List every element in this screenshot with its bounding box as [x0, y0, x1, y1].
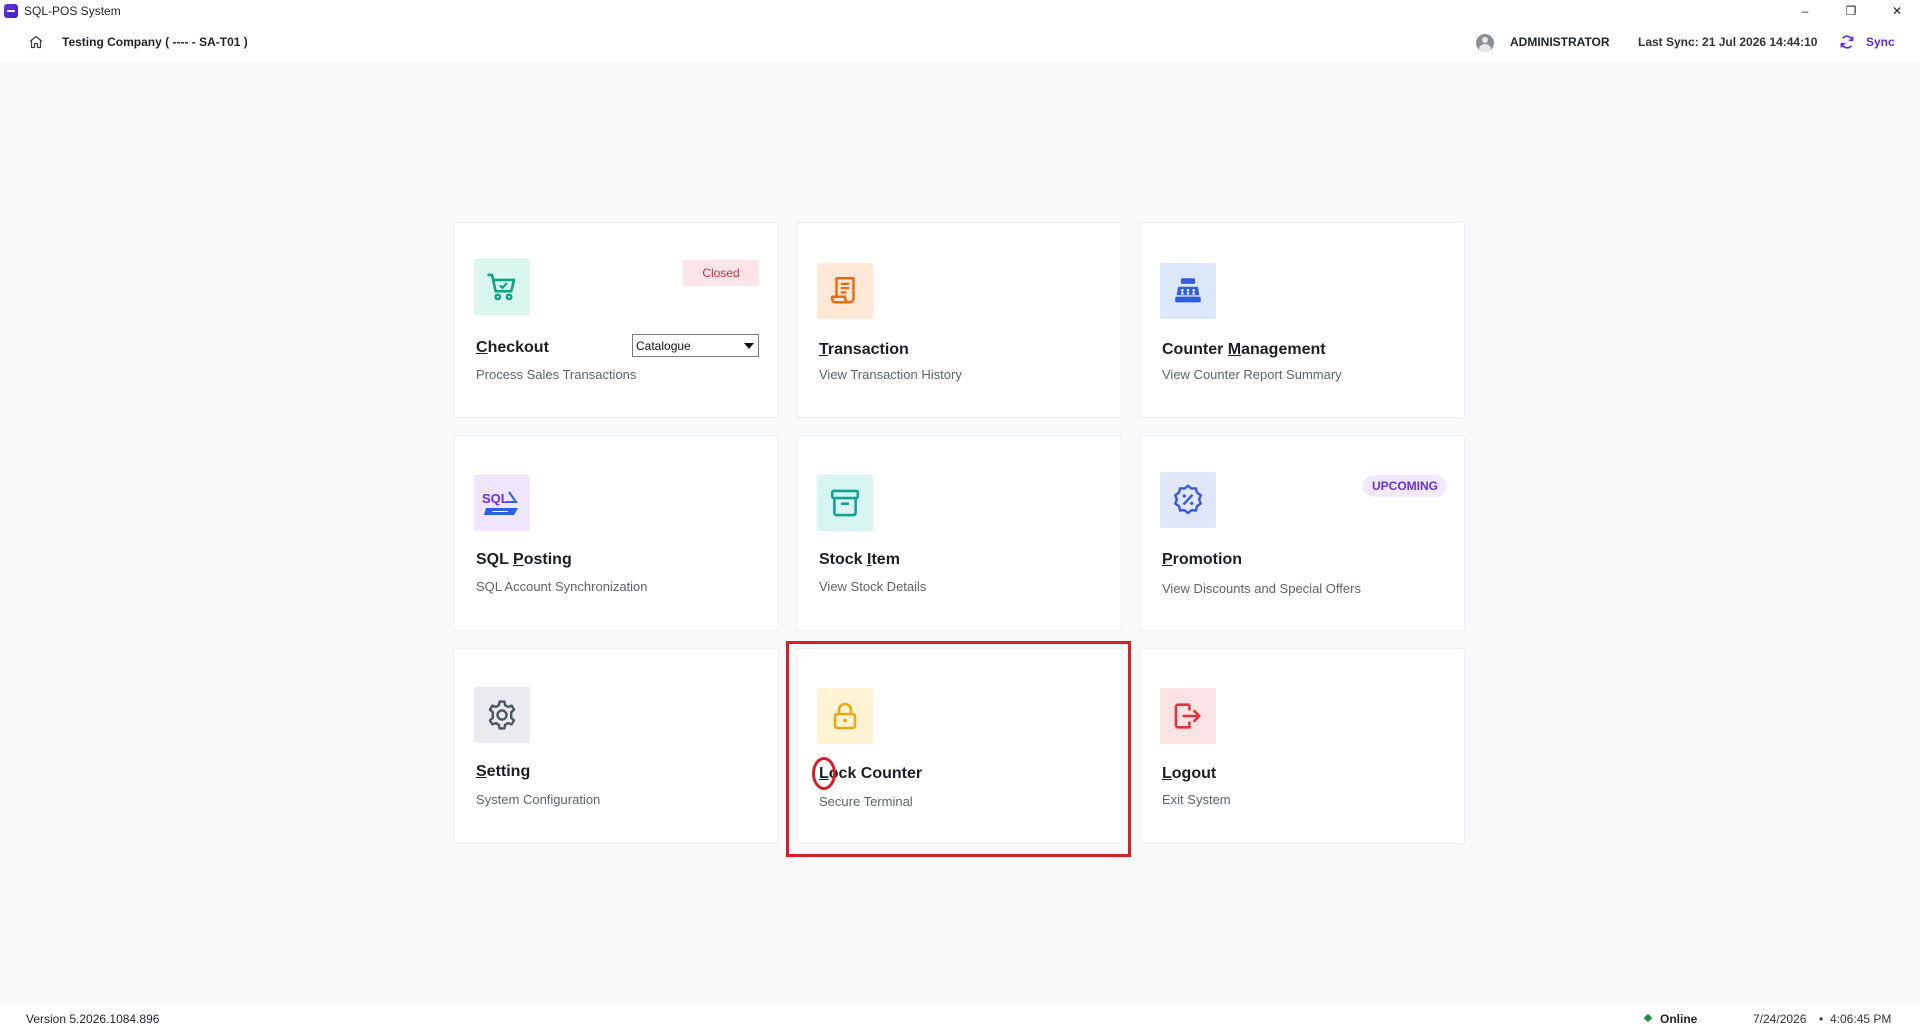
discount-badge-icon: [1160, 472, 1216, 528]
tile-subtitle: Exit System: [1162, 792, 1231, 807]
tile-title: Checkout: [476, 339, 549, 356]
tile-title: Promotion: [1162, 551, 1242, 568]
tile-subtitle: View Stock Details: [819, 579, 927, 594]
chevron-down-icon: [744, 343, 754, 349]
restore-button[interactable]: ❐: [1828, 0, 1874, 22]
window-title: SQL-POS System: [24, 4, 121, 18]
tile-stock-item[interactable]: Stock Item View Stock Details: [796, 435, 1122, 631]
close-button[interactable]: ✕: [1874, 0, 1920, 22]
status-badge: Closed: [683, 260, 759, 286]
tile-subtitle: SQL Account Synchronization: [476, 579, 648, 594]
tile-subtitle: View Discounts and Special Offers: [1162, 581, 1361, 596]
sql-logo-text: SQL: [482, 491, 509, 506]
last-sync-time: Last Sync: 21 Jul 2026 14:44:10: [1638, 35, 1818, 49]
tile-title: Transaction: [819, 341, 909, 358]
archive-box-icon: [817, 475, 873, 531]
logout-icon: [1160, 688, 1216, 744]
status-bar: Version 5.2026.1084.896 Online 7/24/2026…: [0, 1004, 1920, 1032]
tile-setting[interactable]: Setting System Configuration: [453, 648, 779, 844]
tile-subtitle: View Transaction History: [819, 367, 962, 382]
current-date: 7/24/2026: [1753, 1012, 1807, 1026]
lock-icon: [817, 688, 873, 744]
sync-button[interactable]: Sync: [1866, 35, 1895, 49]
tile-lock-counter[interactable]: Lock Counter Secure Terminal: [796, 648, 1122, 844]
tile-title: Logout: [1162, 765, 1217, 782]
status-badge: UPCOMING: [1363, 475, 1447, 497]
version-label: Version 5.2026.1084.896: [26, 1012, 160, 1026]
tile-subtitle: View Counter Report Summary: [1162, 367, 1342, 382]
tile-title: Stock Item: [819, 551, 900, 568]
app-logo-icon: [4, 4, 18, 18]
tile-subtitle: Secure Terminal: [819, 794, 913, 809]
window-titlebar: SQL-POS System – ❐ ✕: [0, 0, 1920, 22]
tile-promotion[interactable]: UPCOMING Promotion View Discounts and Sp…: [1139, 435, 1465, 631]
shopping-cart-icon: [474, 259, 530, 315]
minimize-button[interactable]: –: [1782, 0, 1828, 22]
connection-status: Online: [1660, 1012, 1698, 1026]
home-icon[interactable]: [28, 34, 44, 50]
tile-subtitle: Process Sales Transactions: [476, 367, 637, 382]
tile-logout[interactable]: Logout Exit System: [1139, 648, 1465, 844]
tile-title: Lock Counter: [819, 765, 923, 782]
sql-account-logo-icon: SQL: [474, 475, 530, 531]
current-time: 4:06:45 PM: [1830, 1012, 1892, 1026]
date-time-separator: •: [1819, 1012, 1824, 1026]
online-status-icon: [1643, 1013, 1653, 1023]
tile-title: SQL Posting: [476, 551, 572, 568]
user-avatar-icon: [1476, 34, 1494, 52]
company-name: Testing Company ( ---- - SA-T01 ): [62, 35, 248, 49]
tile-title: Setting: [476, 763, 531, 780]
checkout-mode-select[interactable]: Catalogue: [632, 334, 759, 357]
tile-transaction[interactable]: Transaction View Transaction History: [796, 222, 1122, 418]
app-header: Testing Company ( ---- - SA-T01 ) ADMINI…: [0, 22, 1920, 62]
tile-title: Counter Management: [1162, 341, 1326, 358]
receipt-icon: [817, 263, 873, 319]
user-name: ADMINISTRATOR: [1510, 35, 1610, 49]
sync-icon[interactable]: [1839, 34, 1855, 50]
tile-subtitle: System Configuration: [476, 792, 601, 807]
window-controls: – ❐ ✕: [1782, 0, 1920, 22]
tile-checkout[interactable]: Closed Checkout Catalogue Process Sales …: [453, 222, 779, 418]
gear-icon: [474, 687, 530, 743]
checkout-mode-value: Catalogue: [636, 338, 691, 353]
cash-register-icon: [1160, 263, 1216, 319]
tile-sql-posting[interactable]: SQL SQL Posting SQL Account Synchronizat…: [453, 435, 779, 631]
tile-counter-management[interactable]: Counter Management View Counter Report S…: [1139, 222, 1465, 418]
